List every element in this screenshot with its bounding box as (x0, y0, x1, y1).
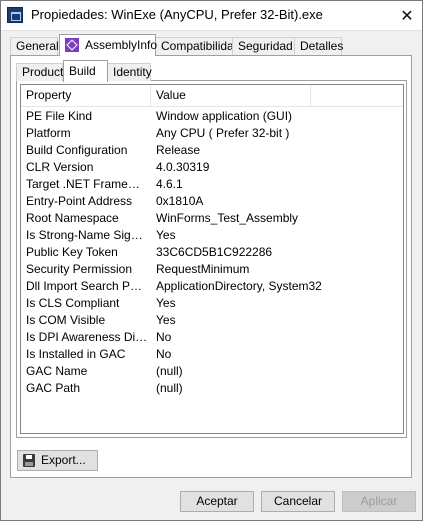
table-row[interactable]: CLR Version 4.0.30319 (21, 159, 403, 176)
property-value: (null) (156, 364, 183, 378)
property-value: ApplicationDirectory, System32 (156, 279, 322, 293)
tab-label: Compatibilidad (161, 39, 241, 53)
table-row[interactable]: Security Permission RequestMinimum (21, 261, 403, 278)
tab-seguridad[interactable]: Seguridad (232, 37, 295, 55)
table-row[interactable]: Platform Any CPU ( Prefer 32-bit ) (21, 125, 403, 142)
property-value: RequestMinimum (156, 262, 250, 276)
tab-compatibilidad[interactable]: Compatibilidad (155, 37, 240, 55)
property-name: Dll Import Search Paths (26, 279, 148, 293)
window-title: Propiedades: WinExe (AnyCPU, Prefer 32-B… (31, 7, 323, 22)
property-name: CLR Version (26, 160, 94, 174)
property-name: Entry-Point Address (26, 194, 133, 208)
save-icon (23, 454, 35, 467)
property-value: Yes (156, 296, 176, 310)
table-row[interactable]: GAC Name (null) (21, 363, 403, 380)
property-name: Security Permission (26, 262, 133, 276)
table-row[interactable]: Is Installed in GAC No (21, 346, 403, 363)
column-header-property[interactable]: Property (21, 85, 151, 106)
tab-label: Seguridad (238, 39, 293, 53)
tab-label: AssemblyInfo (85, 38, 158, 52)
property-value: (null) (156, 381, 183, 395)
table-row[interactable]: Dll Import Search Paths ApplicationDirect… (21, 278, 403, 295)
table-row[interactable]: Target .NET Framework 4.6.1 (21, 176, 403, 193)
tab-label: Detalles (300, 39, 344, 53)
property-value: 0x1810A (156, 194, 204, 208)
listview-body: PE File Kind Window application (GUI) Plat… (21, 108, 403, 397)
tab-label: General (16, 39, 59, 53)
tab-identity[interactable]: Identity (107, 63, 152, 81)
table-row[interactable]: GAC Path (null) (21, 380, 403, 397)
close-button[interactable]: ✕ (392, 1, 422, 30)
table-row[interactable]: PE File Kind Window application (GUI) (21, 108, 403, 125)
apply-button[interactable]: Aplicar (342, 491, 416, 512)
property-name: Is DPI Awareness Disa... (26, 330, 148, 344)
tab-assemblyinfo[interactable]: AssemblyInfo (59, 34, 158, 56)
property-value: 33C6CD5B1C922286 (156, 245, 273, 259)
tab-label: Product (22, 65, 64, 79)
property-value: WinForms_Test_Assembly (156, 211, 299, 225)
properties-listview[interactable]: Property Value PE File Kind Window applic… (20, 84, 404, 434)
property-name: Root Namespace (26, 211, 119, 225)
table-row[interactable]: Is COM Visible Yes (21, 312, 403, 329)
property-value: No (156, 347, 172, 361)
tab-build[interactable]: Build (63, 60, 108, 82)
property-name: Is Installed in GAC (26, 347, 126, 361)
close-icon: ✕ (400, 7, 414, 25)
export-button[interactable]: Export... (17, 450, 98, 471)
table-row[interactable]: Is DPI Awareness Disa... No (21, 329, 403, 346)
tab-detalles[interactable]: Detalles (294, 37, 344, 55)
property-value: 4.0.30319 (156, 160, 210, 174)
tab-general[interactable]: General (10, 37, 59, 55)
property-value: 4.6.1 (156, 177, 183, 191)
title-bar[interactable]: Propiedades: WinExe (AnyCPU, Prefer 32-B… (1, 1, 422, 31)
property-name: Public Key Token (26, 245, 118, 259)
listview-header: Property Value (21, 85, 403, 107)
property-value: Yes (156, 228, 176, 242)
table-row[interactable]: Build Configuration Release (21, 142, 403, 159)
property-value: Yes (156, 313, 176, 327)
column-header-value[interactable]: Value (151, 85, 311, 106)
property-name: GAC Path (26, 381, 81, 395)
tab-label: Build (69, 64, 96, 78)
app-icon (7, 7, 23, 23)
table-row[interactable]: Entry-Point Address 0x1810A (21, 193, 403, 210)
table-row[interactable]: Is Strong-Name Signed Yes (21, 227, 403, 244)
property-value: Any CPU ( Prefer 32-bit ) (156, 126, 290, 140)
cancel-button[interactable]: Cancelar (261, 491, 335, 512)
property-name: PE File Kind (26, 109, 93, 123)
tab-label: Identity (113, 65, 152, 79)
property-name: Is COM Visible (26, 313, 106, 327)
tab-product[interactable]: Product (16, 63, 63, 81)
ok-button[interactable]: Aceptar (180, 491, 254, 512)
table-row[interactable]: Is CLS Compliant Yes (21, 295, 403, 312)
property-name: Target .NET Framework (26, 177, 148, 191)
property-name: GAC Name (26, 364, 88, 378)
visual-studio-icon (65, 38, 79, 52)
table-row[interactable]: Root Namespace WinForms_Test_Assembly (21, 210, 403, 227)
property-value: Release (156, 143, 201, 157)
property-value: No (156, 330, 172, 344)
property-value: Window application (GUI) (156, 109, 293, 123)
export-label: Export... (41, 453, 86, 467)
property-name: Is Strong-Name Signed (26, 228, 148, 242)
property-name: Is CLS Compliant (26, 296, 120, 310)
property-name: Platform (26, 126, 71, 140)
table-row[interactable]: Public Key Token 33C6CD5B1C922286 (21, 244, 403, 261)
property-name: Build Configuration (26, 143, 128, 157)
